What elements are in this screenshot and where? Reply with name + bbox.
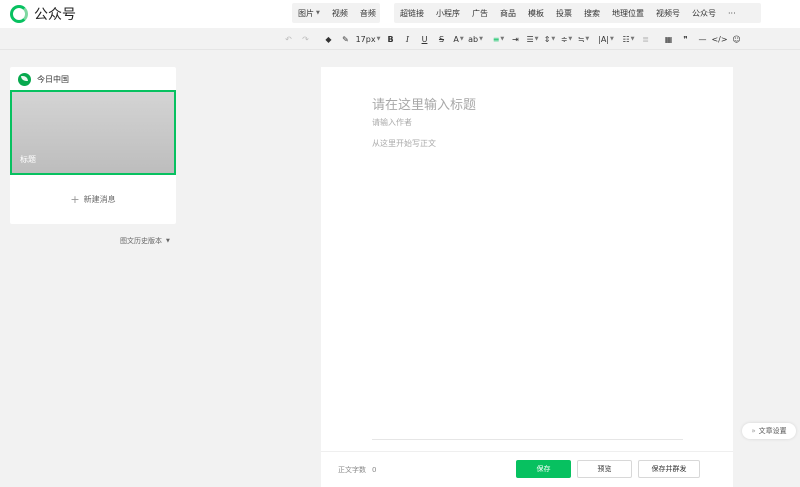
wechat-official-logo-icon [10,5,28,23]
paragraph-before-icon[interactable]: ≑ ▼ [558,31,575,47]
chevron-down-icon: ▼ [551,36,556,42]
format-painter-icon[interactable]: ◆ [320,31,337,47]
chevron-down-icon: ▼ [585,36,590,42]
account-avatar [18,72,31,86]
background-color-button[interactable]: ab ▼ [467,31,484,47]
chevron-down-icon: ▼ [376,36,381,42]
article-cover-title: 标题 [20,155,36,164]
code-icon[interactable]: </> [711,31,728,47]
menu-product[interactable]: 商品 [494,8,522,19]
menu-ad[interactable]: 广告 [466,8,494,19]
italic-button[interactable]: I [399,31,416,47]
menu-video[interactable]: 视频 [326,8,354,19]
title-input[interactable]: 请在这里输入标题 [372,94,476,113]
chevron-down-icon: ▼ [479,36,483,42]
media-insert-menu: 图片 ▼ 视频 音频 [292,3,380,23]
menu-template[interactable]: 模板 [522,8,550,19]
history-version-dropdown[interactable]: 图文历史版本 ▼ [120,236,170,246]
double-chevron-icon: » [751,427,756,435]
menu-more[interactable]: ··· [722,9,742,18]
list-icon[interactable]: ☷ ▼ [620,31,637,47]
new-message-button[interactable]: + 新建消息 [10,191,176,207]
save-and-send-button[interactable]: 保存并群发 [638,460,700,478]
strikethrough-button[interactable]: S [433,31,450,47]
menu-miniprogram[interactable]: 小程序 [430,8,466,19]
horizontal-rule-icon[interactable]: — [694,31,711,47]
plus-icon: + [70,192,80,206]
font-size-select[interactable]: 17px ▼ [354,31,382,47]
undo-icon[interactable]: ↶ [280,31,297,47]
toolbar-divider [0,49,800,50]
word-count-label: 正文字数 [338,466,366,474]
article-settings-label: 文章设置 [758,427,787,435]
menu-audio[interactable]: 音频 [354,8,382,19]
top-header: 公众号 图片 ▼ 视频 音频 超链接 小程序 广告 商品 模板 投票 搜索 地理位… [0,0,800,28]
history-version-label: 图文历史版本 [120,237,162,245]
menu-location[interactable]: 地理位置 [606,8,650,19]
menu-channels[interactable]: 视频号 [650,8,686,19]
redo-icon[interactable]: ↷ [297,31,314,47]
editor-footer-separator [321,451,733,452]
chevron-down-icon: ▼ [316,10,320,16]
author-input[interactable]: 请输入作者 [372,117,412,128]
letter-spacing-icon[interactable]: |A| ▼ [592,31,620,47]
menu-search[interactable]: 搜索 [578,8,606,19]
menu-image[interactable]: 图片 ▼ [292,8,326,19]
emoji-icon[interactable]: ☺ [728,31,745,47]
preview-button[interactable]: 预览 [577,460,632,478]
table-icon[interactable]: ▦ [660,31,677,47]
chevron-down-icon: ▼ [459,36,464,42]
app-logo[interactable]: 公众号 [10,4,76,24]
article-editor: 请在这里输入标题 请输入作者 从这里开始写正文 [321,67,733,487]
content-insert-menu: 超链接 小程序 广告 商品 模板 投票 搜索 地理位置 视频号 公众号 ··· [394,3,761,23]
font-color-button[interactable]: A ▼ [450,31,467,47]
quote-icon[interactable]: ❞ [677,31,694,47]
chevron-down-icon: ▼ [534,36,539,42]
editor-bottom-line [372,439,683,440]
clear-format-icon[interactable]: ✎ [337,31,354,47]
menu-vote[interactable]: 投票 [550,8,578,19]
bold-button[interactable]: B [382,31,399,47]
disabled-format-icon: ≣ [642,34,649,44]
underline-button[interactable]: U [416,31,433,47]
article-cover-card[interactable]: 标题 [10,90,176,175]
save-button[interactable]: 保存 [516,460,571,478]
word-count: 正文字数 0 [338,465,376,475]
article-list-card: 今日中国 标题 + 新建消息 [10,67,176,224]
chevron-down-icon: ▼ [166,238,170,244]
format-toolbar: ↶ ↷ ◆ ✎ 17px ▼ B I U S A ▼ ab ▼ ≡ ▼ ⇥ ☰ ▼ ⇕ ▼ … [280,30,800,48]
paragraph-after-icon[interactable]: ≒ ▼ [575,31,592,47]
align-icon[interactable]: ≡ ▼ [490,31,507,47]
new-message-label: 新建消息 [83,194,116,204]
chevron-down-icon: ▼ [500,36,505,42]
account-row: 今日中国 [18,71,69,87]
line-height-icon[interactable]: ☰ ▼ [524,31,541,47]
body-editor[interactable]: 从这里开始写正文 [372,138,436,149]
article-settings-button[interactable]: » 文章设置 [742,423,796,439]
word-count-value: 0 [372,466,377,474]
spacing-icon[interactable]: ⇕ ▼ [541,31,558,47]
menu-official-account[interactable]: 公众号 [686,8,722,19]
account-name: 今日中国 [37,74,69,84]
indent-icon[interactable]: ⇥ [507,31,524,47]
chevron-down-icon: ▼ [630,36,635,42]
app-title: 公众号 [34,7,76,23]
chevron-down-icon: ▼ [568,36,573,42]
menu-hyperlink[interactable]: 超链接 [394,8,430,19]
chevron-down-icon: ▼ [610,36,614,42]
